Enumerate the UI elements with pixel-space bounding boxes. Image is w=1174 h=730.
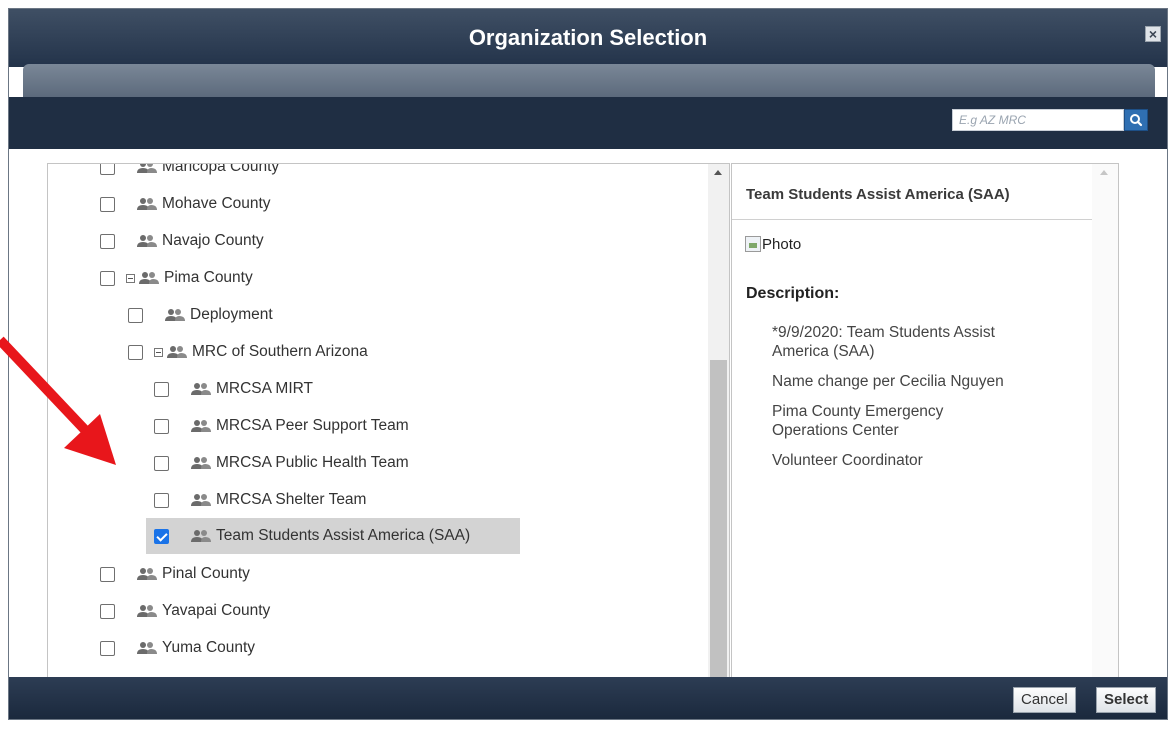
group-icon bbox=[167, 345, 187, 359]
description-line: Pima County Emergency Operations Center bbox=[772, 403, 944, 439]
organization-photo: Photo bbox=[745, 236, 801, 253]
tree-item[interactable]: Yavapai County bbox=[100, 597, 270, 625]
scroll-up-arrow-icon[interactable] bbox=[1100, 170, 1108, 175]
tree-item[interactable]: MRC of Southern Arizona bbox=[128, 338, 368, 366]
red-annotation-arrow bbox=[0, 336, 116, 465]
dialog-title-bar[interactable]: Organization Selection × bbox=[9, 9, 1167, 67]
tree-item[interactable]: Pinal County bbox=[100, 560, 250, 588]
collapse-toggle-icon[interactable] bbox=[154, 347, 163, 357]
photo-alt-text: Photo bbox=[762, 236, 802, 253]
tree-item-label: Maricopa County bbox=[162, 163, 280, 175]
tree-item-label: MRC of Southern Arizona bbox=[192, 343, 368, 360]
group-icon bbox=[137, 567, 157, 581]
checkbox[interactable] bbox=[100, 566, 115, 582]
tree-item[interactable]: Team Students Assist America (SAA) bbox=[146, 518, 520, 554]
tree-item[interactable]: MRCSA MIRT bbox=[154, 375, 313, 403]
group-icon bbox=[165, 308, 185, 322]
checkbox[interactable] bbox=[154, 492, 169, 508]
description-line: Volunteer Coordinator bbox=[772, 452, 923, 469]
group-icon bbox=[191, 382, 211, 396]
tree-scrollbar[interactable] bbox=[708, 164, 729, 677]
description-label: Description: bbox=[746, 285, 840, 302]
detail-divider bbox=[732, 219, 1092, 220]
dialog-content: Maricopa County Mohave County Navajo Count… bbox=[9, 149, 1167, 677]
tree-item[interactable]: Yuma County bbox=[100, 634, 255, 662]
scroll-up-arrow-icon[interactable] bbox=[714, 170, 722, 175]
checkbox[interactable] bbox=[154, 455, 169, 471]
group-icon bbox=[191, 456, 211, 470]
search-toolbar bbox=[9, 97, 1167, 149]
organization-selection-dialog: Organization Selection × Maricopa County… bbox=[8, 8, 1168, 720]
select-button[interactable]: Select bbox=[1096, 687, 1157, 713]
tree-item-label: MRCSA Peer Support Team bbox=[216, 417, 409, 434]
tree-item-label: Team Students Assist America (SAA) bbox=[216, 527, 471, 544]
tree-item-label: Yavapai County bbox=[162, 602, 271, 619]
group-icon bbox=[191, 419, 211, 433]
tree-scrollbar-thumb[interactable] bbox=[710, 360, 727, 677]
tree-item-label: MRCSA Public Health Team bbox=[216, 454, 409, 471]
tree-item-label: MRCSA MIRT bbox=[216, 380, 314, 397]
search-icon bbox=[1130, 114, 1143, 127]
broken-image-icon bbox=[745, 236, 761, 252]
detail-scrollbar[interactable] bbox=[1092, 164, 1118, 677]
search-input[interactable] bbox=[952, 109, 1124, 131]
dialog-sub-header bbox=[23, 64, 1155, 98]
cancel-button[interactable]: Cancel bbox=[1013, 687, 1076, 713]
tree-item-label: Navajo County bbox=[162, 232, 264, 249]
organization-detail-panel: Team Students Assist America (SAA) Photo… bbox=[731, 163, 1119, 677]
description-line: Name change per Cecilia Nguyen bbox=[772, 373, 1004, 390]
checkbox[interactable] bbox=[154, 418, 169, 434]
detail-title: Team Students Assist America (SAA) bbox=[746, 186, 1010, 203]
tree-item[interactable]: MRCSA Peer Support Team bbox=[154, 412, 409, 440]
dialog-title: Organization Selection bbox=[468, 25, 708, 50]
tree-item-label: Yuma County bbox=[162, 639, 256, 656]
tree-item[interactable]: MRCSA Shelter Team bbox=[154, 486, 366, 514]
checkbox-checked[interactable] bbox=[154, 528, 169, 544]
search-button[interactable] bbox=[1124, 109, 1148, 131]
group-icon bbox=[137, 641, 157, 655]
group-icon bbox=[137, 197, 157, 211]
description-line: *9/9/2020: Team Students Assist America … bbox=[772, 324, 995, 360]
description-text: *9/9/2020: Team Students Assist America … bbox=[772, 323, 1022, 481]
tree-item-label: MRCSA Shelter Team bbox=[216, 491, 367, 508]
checkbox[interactable] bbox=[154, 381, 169, 397]
tree-item-label: Pima County bbox=[164, 269, 253, 286]
tree-item-label: Deployment bbox=[190, 306, 273, 323]
tree-item-label: Pinal County bbox=[162, 565, 250, 582]
tree-item[interactable]: MRCSA Public Health Team bbox=[154, 449, 409, 477]
dialog-footer: Cancel Select bbox=[9, 677, 1167, 719]
group-icon bbox=[191, 493, 211, 507]
organization-tree-panel: Maricopa County Mohave County Navajo Count… bbox=[47, 163, 730, 677]
close-button[interactable]: × bbox=[1145, 26, 1161, 42]
group-icon bbox=[191, 529, 211, 543]
group-icon bbox=[137, 234, 157, 248]
tree-item[interactable]: Deployment bbox=[128, 301, 273, 329]
group-icon bbox=[137, 164, 157, 174]
group-icon bbox=[137, 604, 157, 618]
checkbox[interactable] bbox=[100, 640, 115, 656]
tree-item-label: Mohave County bbox=[162, 195, 271, 212]
group-icon bbox=[139, 271, 159, 285]
checkbox[interactable] bbox=[100, 603, 115, 619]
